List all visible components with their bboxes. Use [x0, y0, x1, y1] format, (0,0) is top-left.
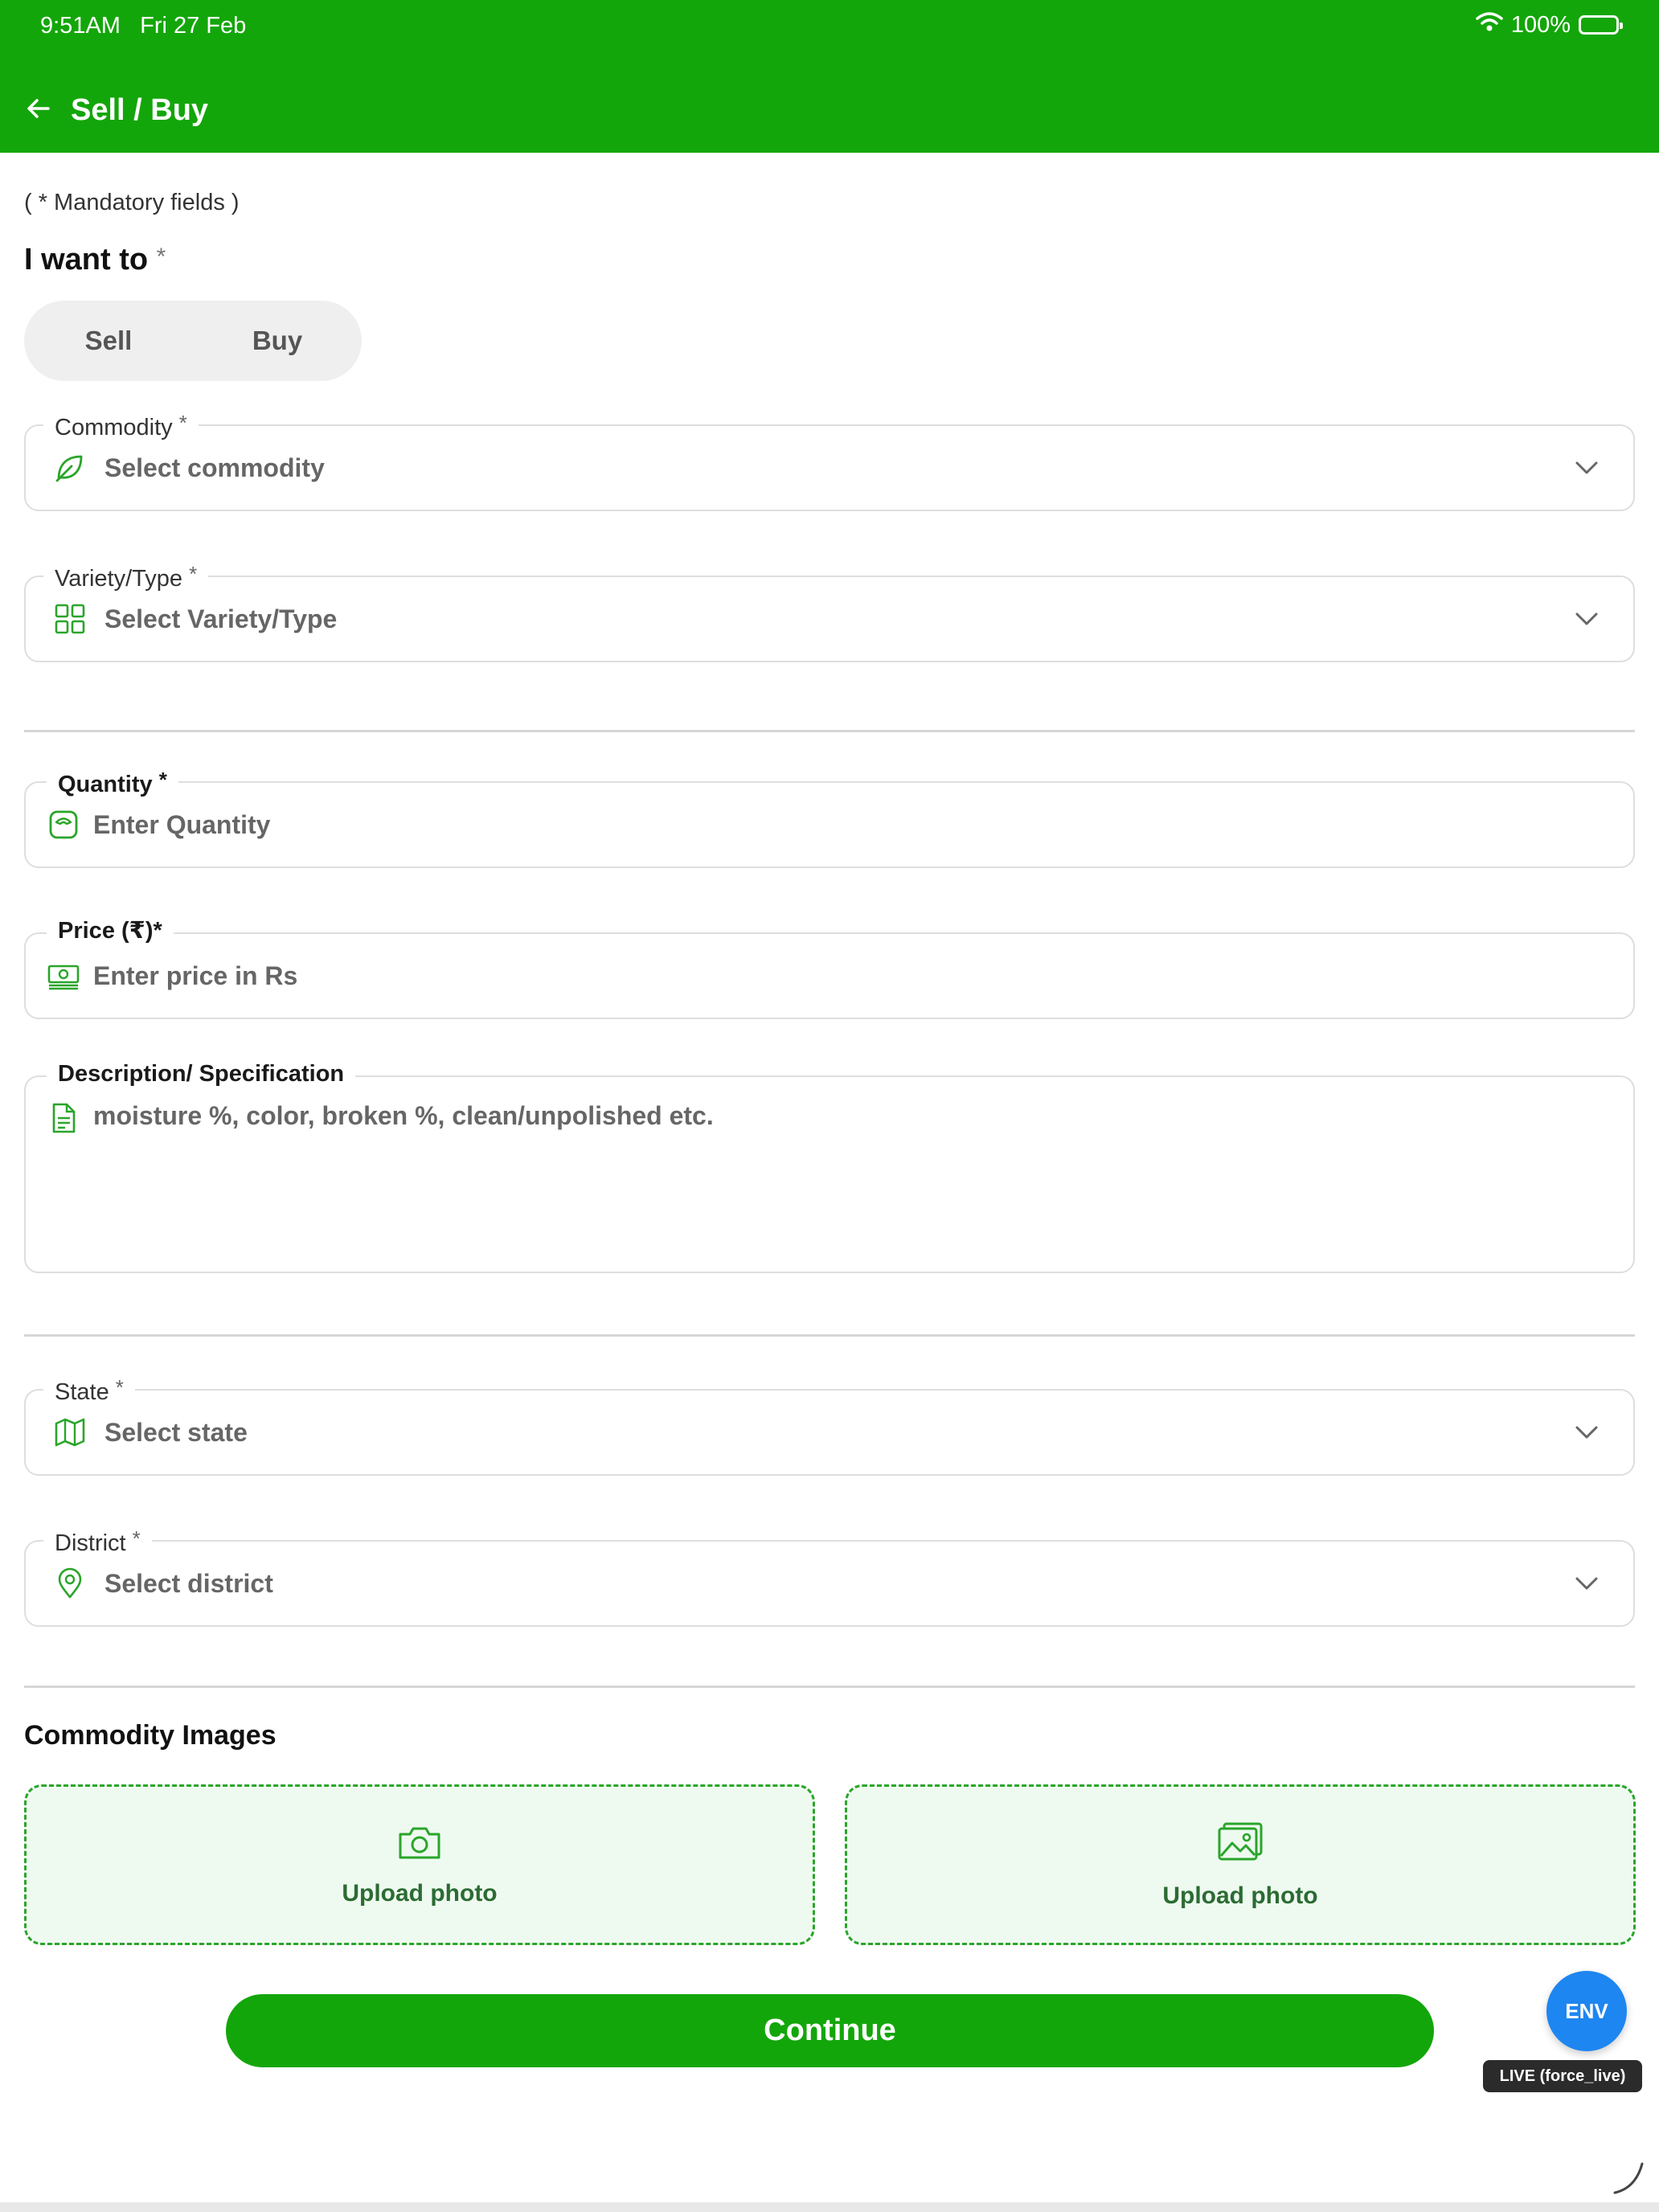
quantity-field[interactable]: Quantity * Enter Quantity — [24, 765, 1635, 868]
env-badge: LIVE (force_live) — [1483, 2060, 1642, 2092]
battery-percent: 100% — [1510, 11, 1571, 38]
district-select[interactable]: District * Select district — [24, 1524, 1635, 1627]
status-clock: 9:51AM — [40, 13, 121, 39]
variety-label: Variety/Type * — [43, 559, 209, 593]
upload-camera-label: Upload photo — [342, 1879, 498, 1907]
state-select[interactable]: State * Select state — [24, 1373, 1635, 1476]
commodity-value: Select commodity — [104, 453, 325, 482]
app-header: 9:51AM Fri 27 Feb 100% Sell / Buy — [0, 0, 1659, 153]
intent-label-text: I want to — [24, 243, 149, 276]
wifi-icon — [1476, 11, 1503, 39]
commodity-images-title: Commodity Images — [24, 1720, 276, 1751]
scroll-indicator-icon — [1612, 2161, 1647, 2200]
back-arrow-icon[interactable] — [24, 94, 53, 127]
price-field[interactable]: Price (₹)* Enter price in Rs — [24, 916, 1635, 1019]
gallery-icon — [1216, 1821, 1264, 1868]
continue-button[interactable]: Continue — [226, 1994, 1434, 2067]
section-divider — [24, 730, 1635, 732]
state-value: Select state — [104, 1417, 248, 1447]
map-icon — [53, 1415, 87, 1449]
price-label: Price (₹)* — [47, 916, 174, 945]
description-input[interactable]: moisture %, color, broken %, clean/unpol… — [93, 1101, 1601, 1131]
price-input[interactable]: Enter price in Rs — [93, 961, 1601, 991]
district-label: District * — [43, 1524, 152, 1558]
document-icon — [47, 1101, 80, 1135]
quantity-input[interactable]: Enter Quantity — [93, 810, 1601, 840]
variety-select[interactable]: Variety/Type * Select Variety/Type — [24, 559, 1635, 662]
state-label: State * — [43, 1373, 135, 1407]
upload-camera-button[interactable]: Upload photo — [24, 1784, 815, 1945]
status-date: Fri 27 Feb — [140, 13, 247, 39]
description-field[interactable]: Description/ Specification moisture %, c… — [24, 1059, 1635, 1273]
upload-gallery-button[interactable]: Upload photo — [845, 1784, 1636, 1945]
section-divider — [24, 1686, 1635, 1688]
location-pin-icon — [53, 1567, 87, 1600]
description-label: Description/ Specification — [47, 1059, 356, 1088]
scale-icon — [47, 808, 80, 842]
variety-value: Select Variety/Type — [104, 604, 338, 633]
page-title: Sell / Buy — [71, 93, 209, 127]
cash-icon — [47, 959, 80, 993]
commodity-select[interactable]: Commodity * Select commodity — [24, 408, 1635, 511]
chevron-down-icon — [1572, 453, 1601, 482]
home-bar — [0, 2202, 1659, 2212]
chevron-down-icon — [1572, 1418, 1601, 1447]
chevron-down-icon — [1572, 1569, 1601, 1598]
leaf-icon — [53, 451, 87, 485]
env-button[interactable]: ENV — [1546, 1971, 1627, 2051]
commodity-label: Commodity * — [43, 408, 199, 442]
camera-icon — [396, 1823, 443, 1866]
mandatory-note: ( * Mandatory fields ) — [24, 190, 240, 215]
section-divider — [24, 1334, 1635, 1337]
toggle-buy[interactable]: Buy — [193, 326, 362, 356]
district-value: Select district — [104, 1568, 273, 1598]
battery-icon — [1579, 15, 1623, 35]
chevron-down-icon — [1572, 604, 1601, 633]
status-time: 9:51AM Fri 27 Feb — [40, 13, 246, 39]
intent-label: I want to * — [24, 243, 166, 277]
grid-icon — [53, 602, 87, 636]
sell-buy-toggle: Sell Buy — [24, 301, 362, 381]
required-mark: * — [156, 244, 166, 270]
quantity-label: Quantity * — [47, 765, 178, 799]
upload-gallery-label: Upload photo — [1162, 1882, 1318, 1909]
toggle-sell[interactable]: Sell — [24, 326, 193, 356]
status-indicators: 100% — [1476, 11, 1623, 39]
app-bar: Sell / Buy — [24, 93, 208, 128]
